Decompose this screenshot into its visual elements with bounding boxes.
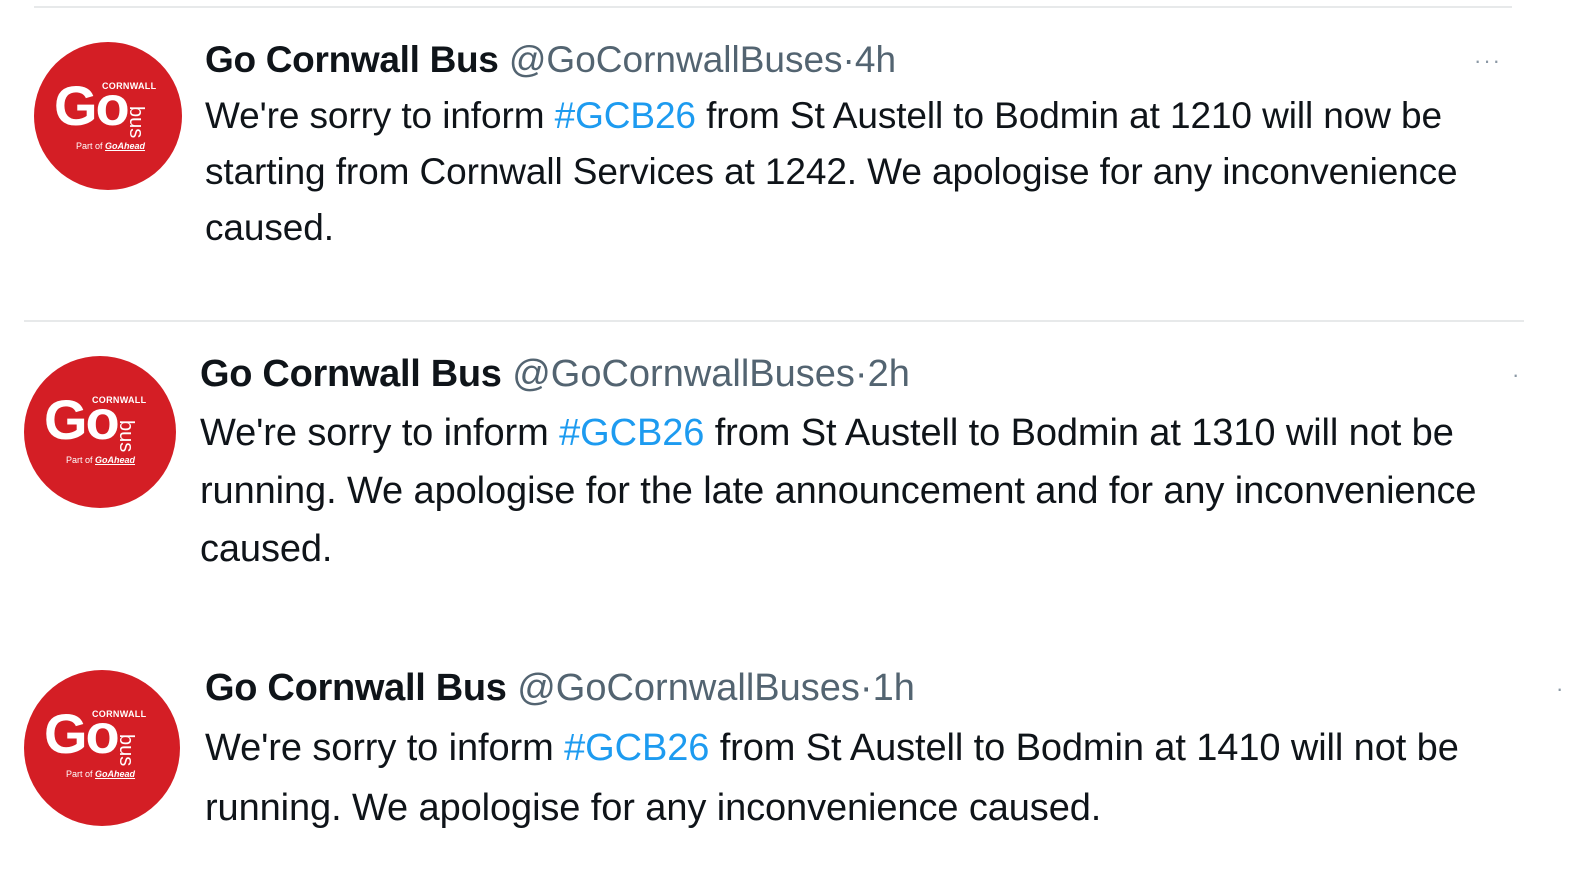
user-handle[interactable]: @GoCornwallBuses: [512, 353, 855, 395]
display-name[interactable]: Go Cornwall Bus: [200, 353, 502, 395]
separator-dot: ·: [859, 667, 873, 709]
hashtag-link[interactable]: #GCB26: [559, 412, 704, 454]
avatar-logo-text: bus: [125, 106, 147, 139]
user-handle[interactable]: @GoCornwallBuses: [517, 667, 860, 709]
timestamp[interactable]: 2h: [868, 353, 910, 395]
tweet-text: We're sorry to inform #GCB26 from St Aus…: [205, 88, 1505, 256]
display-name[interactable]: Go Cornwall Bus: [205, 39, 499, 80]
tweet-header: Go Cornwall Bus @GoCornwallBuses·2h: [200, 352, 910, 396]
tweet-header: Go Cornwall Bus @GoCornwallBuses·1h: [205, 666, 915, 710]
hashtag-link[interactable]: #GCB26: [564, 727, 709, 769]
avatar[interactable]: CORNWALL Go bus Part of GoAhead: [34, 42, 182, 190]
avatar-logo-text: bus: [115, 734, 137, 767]
avatar-logo-text: bus: [115, 420, 137, 453]
separator-dot: ·: [842, 39, 855, 80]
display-name[interactable]: Go Cornwall Bus: [205, 667, 507, 709]
tweet-text-part: We're sorry to inform: [205, 727, 565, 769]
tweet-header: Go Cornwall Bus @GoCornwallBuses·4h: [205, 38, 896, 82]
avatar-logo-text: Part of GoAhead: [66, 769, 136, 779]
tweet-text: We're sorry to inform #GCB26 from St Aus…: [205, 718, 1555, 838]
tweet[interactable]: CORNWALL Go bus Part of GoAhead Go Cornw…: [0, 0, 1590, 320]
avatar-logo-text: Part of GoAhead: [66, 455, 136, 465]
timestamp[interactable]: 4h: [855, 39, 896, 80]
avatar-logo-text: Go: [54, 74, 130, 137]
user-handle[interactable]: @GoCornwallBuses: [509, 39, 843, 80]
tweet-text-part: We're sorry to inform: [200, 412, 560, 454]
more-icon[interactable]: ·: [1556, 678, 1565, 700]
avatar-logo-text: Go: [44, 388, 120, 451]
separator-dot: ·: [854, 353, 868, 395]
avatar[interactable]: CORNWALL Go bus Part of GoAhead: [24, 356, 176, 508]
more-icon[interactable]: ···: [1474, 50, 1502, 72]
hashtag-link[interactable]: #GCB26: [555, 95, 696, 136]
avatar-logo-text: Part of GoAhead: [76, 141, 146, 151]
tweet-text-part: We're sorry to inform: [205, 95, 555, 136]
avatar[interactable]: CORNWALL Go bus Part of GoAhead: [24, 670, 180, 826]
tweet[interactable]: CORNWALL Go bus Part of GoAhead Go Cornw…: [0, 322, 1590, 622]
timestamp[interactable]: 1h: [873, 667, 915, 709]
more-icon[interactable]: ·: [1512, 364, 1521, 386]
tweet-text: We're sorry to inform #GCB26 from St Aus…: [200, 404, 1520, 578]
avatar-logo-text: Go: [44, 702, 120, 765]
tweet-feed: CORNWALL Go bus Part of GoAhead Go Cornw…: [0, 0, 1590, 869]
tweet[interactable]: CORNWALL Go bus Part of GoAhead Go Cornw…: [0, 636, 1590, 869]
